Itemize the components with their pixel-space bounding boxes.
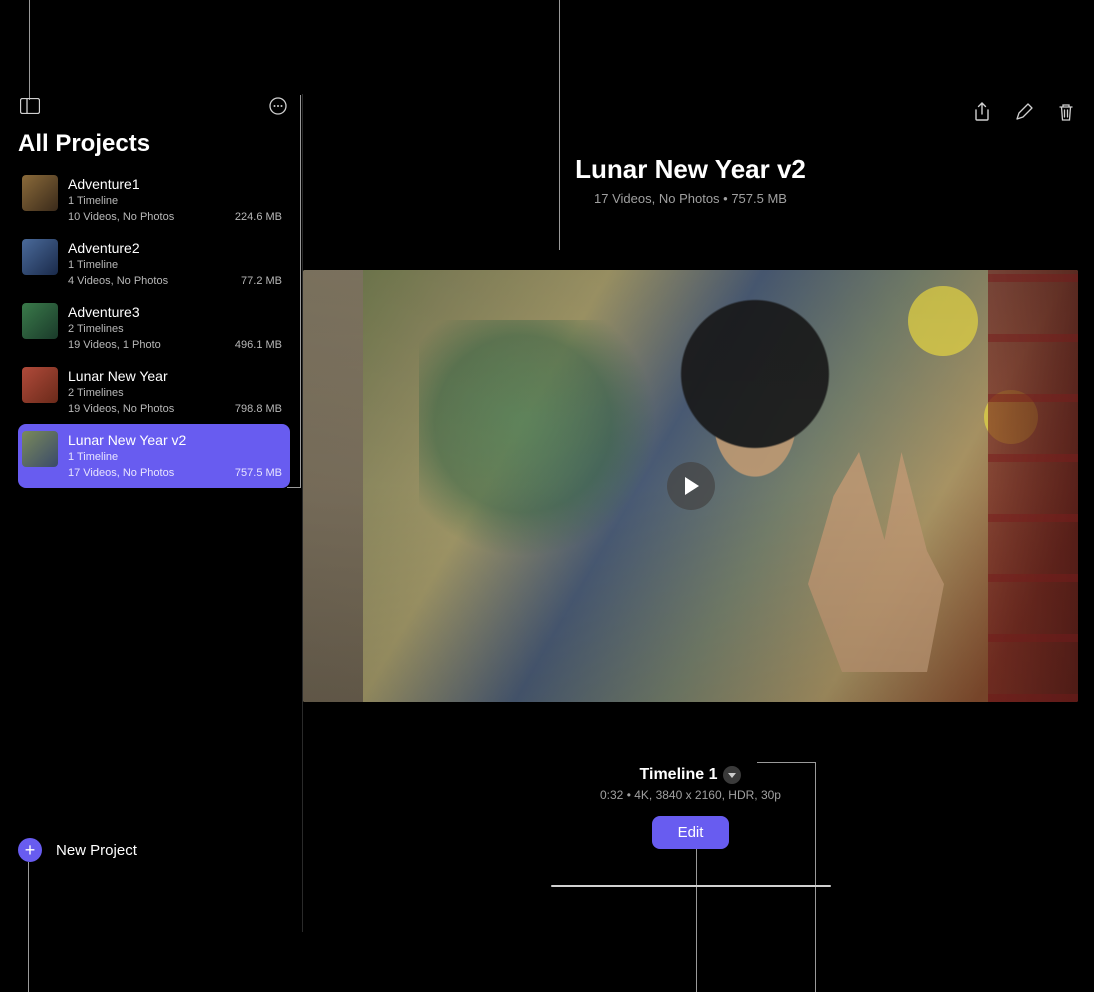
project-size: 798.8 MB: [235, 403, 282, 415]
project-bottom-row: 10 Videos, No Photos 224.6 MB: [68, 209, 282, 225]
more-options-button[interactable]: [266, 94, 290, 118]
play-icon: [685, 477, 699, 495]
project-item[interactable]: Adventure21 Timeline4 Videos, No Photos 7…: [18, 232, 290, 296]
project-bottom-row: 19 Videos, 1 Photo 496.1 MB: [68, 337, 282, 353]
project-item[interactable]: Adventure11 Timeline10 Videos, No Photos…: [18, 168, 290, 232]
project-name: Adventure1: [68, 175, 282, 193]
main-panel: Lunar New Year v2 17 Videos, No Photos •…: [303, 74, 1094, 992]
new-project-label: New Project: [56, 842, 137, 859]
project-thumbnail: [22, 367, 58, 403]
timeline-section: Timeline 1 0:32 • 4K, 3840 x 2160, HDR, …: [303, 766, 1078, 887]
project-list: Adventure11 Timeline10 Videos, No Photos…: [18, 168, 290, 488]
project-item[interactable]: Lunar New Year2 Timelines19 Videos, No P…: [18, 360, 290, 424]
project-media: 17 Videos, No Photos: [68, 465, 174, 481]
project-timelines: 2 Timelines: [68, 385, 282, 401]
project-thumbnail: [22, 175, 58, 211]
project-text: Lunar New Year v21 Timeline17 Videos, No…: [68, 431, 282, 481]
project-title: Lunar New Year v2: [303, 154, 1078, 185]
play-button[interactable]: [667, 462, 715, 510]
project-name: Adventure2: [68, 239, 282, 257]
project-size: 496.1 MB: [235, 339, 282, 351]
edit-timeline-button[interactable]: Edit: [652, 816, 730, 849]
project-bottom-row: 17 Videos, No Photos 757.5 MB: [68, 465, 282, 481]
project-text: Adventure32 Timelines19 Videos, 1 Photo 4…: [68, 303, 282, 353]
project-media: 10 Videos, No Photos: [68, 209, 174, 225]
project-media: 19 Videos, No Photos: [68, 401, 174, 417]
project-size: 757.5 MB: [235, 467, 282, 479]
project-timelines: 1 Timeline: [68, 449, 282, 465]
chevron-down-icon: [728, 773, 736, 778]
sidebar-toggle-button[interactable]: [18, 94, 42, 118]
new-project-button[interactable]: + New Project: [18, 838, 137, 862]
project-thumbnail: [22, 239, 58, 275]
project-text: Adventure21 Timeline4 Videos, No Photos 7…: [68, 239, 282, 289]
project-name: Lunar New Year v2: [68, 431, 282, 449]
project-media: 4 Videos, No Photos: [68, 273, 168, 289]
share-button[interactable]: [970, 100, 994, 124]
project-name: Adventure3: [68, 303, 282, 321]
project-size: 77.2 MB: [241, 275, 282, 287]
project-text: Lunar New Year2 Timelines19 Videos, No P…: [68, 367, 282, 417]
project-bottom-row: 4 Videos, No Photos 77.2 MB: [68, 273, 282, 289]
timeline-title: Timeline 1: [640, 766, 718, 784]
delete-button[interactable]: [1054, 100, 1078, 124]
project-media: 19 Videos, 1 Photo: [68, 337, 161, 353]
sidebar: All Projects Adventure11 Timeline10 Vide…: [0, 74, 302, 992]
project-thumbnail: [22, 431, 58, 467]
sidebar-title: All Projects: [18, 130, 290, 158]
timeline-dropdown-button[interactable]: [723, 766, 741, 784]
plus-icon: +: [18, 838, 42, 862]
project-name: Lunar New Year: [68, 367, 282, 385]
project-timelines: 1 Timeline: [68, 257, 282, 273]
video-preview[interactable]: [303, 270, 1078, 702]
timeline-indicator: [551, 885, 831, 887]
timeline-subtitle: 0:32 • 4K, 3840 x 2160, HDR, 30p: [303, 788, 1078, 802]
project-bottom-row: 19 Videos, No Photos 798.8 MB: [68, 401, 282, 417]
project-subtitle: 17 Videos, No Photos • 757.5 MB: [303, 191, 1078, 206]
project-item[interactable]: Adventure32 Timelines19 Videos, 1 Photo 4…: [18, 296, 290, 360]
project-timelines: 2 Timelines: [68, 321, 282, 337]
project-text: Adventure11 Timeline10 Videos, No Photos…: [68, 175, 282, 225]
project-size: 224.6 MB: [235, 211, 282, 223]
project-timelines: 1 Timeline: [68, 193, 282, 209]
project-thumbnail: [22, 303, 58, 339]
edit-pencil-button[interactable]: [1012, 100, 1036, 124]
project-item[interactable]: Lunar New Year v21 Timeline17 Videos, No…: [18, 424, 290, 488]
